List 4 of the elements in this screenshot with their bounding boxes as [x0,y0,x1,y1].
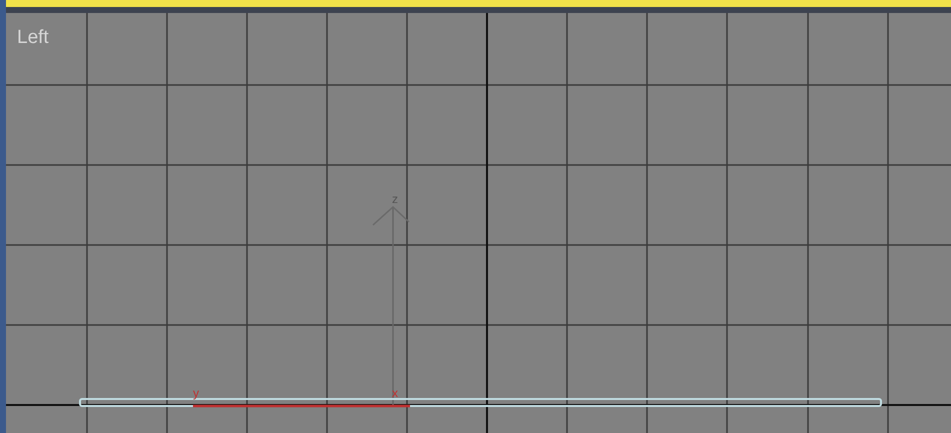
viewport-label[interactable]: Left [17,27,49,48]
axis-label: y [193,386,199,400]
axis-label: x [392,386,398,400]
object-outline[interactable] [79,398,882,407]
